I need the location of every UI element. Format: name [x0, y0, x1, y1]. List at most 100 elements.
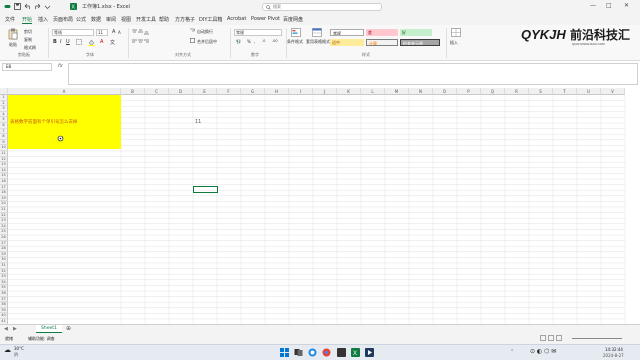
column-header-n[interactable]: N: [409, 88, 433, 95]
formula-input[interactable]: [68, 63, 638, 85]
align-top-icon[interactable]: [132, 29, 150, 37]
column-header-p[interactable]: P: [457, 88, 481, 95]
format-painter-button[interactable]: 格式刷: [24, 45, 36, 51]
phonetic-icon[interactable]: 文: [110, 39, 115, 46]
undo-icon[interactable]: [24, 3, 31, 10]
menu-file[interactable]: 文件: [5, 16, 15, 23]
view-buttons[interactable]: [540, 335, 564, 342]
cut-button[interactable]: 剪切: [24, 29, 32, 35]
copy-button[interactable]: 复制: [24, 37, 32, 43]
app-icon[interactable]: [337, 348, 346, 359]
weather-icon[interactable]: ☁: [4, 346, 11, 354]
cell-d1-value[interactable]: 11: [195, 119, 201, 125]
increase-font-icon[interactable]: A: [112, 29, 115, 35]
worksheet-grid[interactable]: ABCDEFGHIJKLMNOPQRSTUV 1 2 3 4 5 6 7 8 9 10 11 12 13…: [0, 88, 640, 324]
column-header-b[interactable]: B: [121, 88, 145, 95]
search-input[interactable]: 搜索: [262, 3, 382, 11]
style-normal[interactable]: 常规: [330, 29, 364, 36]
wrap-text-button[interactable]: 自动换行: [197, 29, 213, 35]
sheet-tab-sheet1[interactable]: Sheet1: [36, 325, 62, 333]
column-header-h[interactable]: H: [265, 88, 289, 95]
menu-page-layout[interactable]: 页面布局: [53, 16, 73, 23]
column-header-k[interactable]: K: [337, 88, 361, 95]
style-good[interactable]: 好: [400, 29, 432, 36]
align-left-icon[interactable]: [132, 39, 150, 47]
column-header-q[interactable]: Q: [481, 88, 505, 95]
number-format-select[interactable]: 常规: [234, 29, 282, 36]
menu-acrobat[interactable]: Acrobat: [227, 16, 246, 22]
decrease-decimal-icon[interactable]: .00: [272, 39, 278, 43]
column-header-a[interactable]: A: [8, 88, 121, 95]
bold-button[interactable]: B: [53, 39, 57, 45]
menu-developer[interactable]: 开发工具: [136, 16, 156, 23]
column-header-e[interactable]: E: [193, 88, 217, 95]
insert-cells-button[interactable]: 插入: [450, 40, 458, 46]
start-icon[interactable]: [280, 348, 289, 359]
tray-expand-icon[interactable]: ⌃: [510, 349, 514, 355]
column-header-s[interactable]: S: [529, 88, 553, 95]
selected-cell[interactable]: [193, 186, 218, 193]
column-header-t[interactable]: T: [553, 88, 577, 95]
column-header-r[interactable]: R: [505, 88, 529, 95]
column-header-j[interactable]: J: [313, 88, 337, 95]
insert-function-icon[interactable]: fx: [58, 63, 63, 69]
minimize-button[interactable]: —: [590, 2, 596, 9]
customize-toolbar-icon[interactable]: [44, 3, 51, 10]
column-header-f[interactable]: F: [217, 88, 241, 95]
border-icon[interactable]: [76, 39, 82, 47]
menu-baidu-netdisk[interactable]: 百度网盘: [283, 16, 303, 23]
menu-diy-toolbox[interactable]: DIY工具箱: [199, 16, 222, 23]
excel-taskbar-icon[interactable]: X: [351, 348, 360, 359]
font-color-icon[interactable]: A: [100, 39, 103, 45]
menu-power-pivot[interactable]: Power Pivot: [251, 16, 280, 22]
table-format-button[interactable]: 套用表格格式: [306, 39, 330, 45]
column-header-g[interactable]: G: [241, 88, 265, 95]
scroll-left-icon[interactable]: ◀: [4, 326, 8, 332]
column-header-m[interactable]: M: [385, 88, 409, 95]
save-icon[interactable]: [14, 3, 21, 10]
menu-view[interactable]: 视图: [121, 16, 131, 23]
task-view-icon[interactable]: [294, 348, 303, 359]
currency-icon[interactable]: 💱: [236, 39, 241, 44]
font-name-select[interactable]: 等线: [52, 29, 94, 36]
column-header-v[interactable]: V: [601, 88, 625, 95]
maximize-button[interactable]: □: [606, 2, 612, 9]
fill-color-icon[interactable]: [88, 39, 95, 48]
style-calculation[interactable]: 计算: [366, 39, 398, 46]
menu-data[interactable]: 数据: [91, 16, 101, 23]
conditional-format-button[interactable]: 条件格式: [287, 39, 303, 45]
cell-a1[interactable]: 表格数字前面有个单引号怎么去掉: [8, 95, 121, 149]
percent-icon[interactable]: %: [247, 39, 251, 44]
italic-button[interactable]: I: [60, 39, 61, 45]
accessibility-status[interactable]: 辅助功能: 调查: [28, 336, 55, 342]
merge-center-button[interactable]: 合并后居中: [197, 39, 217, 45]
column-header-o[interactable]: O: [433, 88, 457, 95]
column-header-i[interactable]: I: [289, 88, 313, 95]
paste-icon[interactable]: [8, 28, 18, 42]
browser-icon[interactable]: [308, 348, 317, 359]
column-header-l[interactable]: L: [361, 88, 385, 95]
style-neutral[interactable]: 适中: [330, 39, 364, 46]
redo-icon[interactable]: [34, 3, 41, 10]
autosave-icon[interactable]: [4, 3, 11, 10]
column-header-u[interactable]: U: [577, 88, 601, 95]
tray-icons[interactable]: ⊙ ◐ ⬡ ✉: [530, 348, 556, 355]
paste-button[interactable]: 粘贴: [9, 42, 17, 48]
zoom-slider[interactable]: [572, 338, 622, 339]
menu-fangfange[interactable]: 方方格子: [175, 16, 195, 23]
menu-insert[interactable]: 插入: [38, 16, 48, 23]
media-app-icon[interactable]: [365, 348, 374, 359]
name-box[interactable]: E8: [2, 63, 52, 71]
menu-formulas[interactable]: 公式: [76, 16, 86, 23]
column-header-d[interactable]: D: [169, 88, 193, 95]
menu-home[interactable]: 开始: [22, 16, 33, 24]
add-sheet-button[interactable]: ⊕: [66, 325, 71, 332]
chrome-icon[interactable]: [322, 348, 331, 359]
style-bad[interactable]: 差: [366, 29, 398, 36]
comma-style-icon[interactable]: ,: [254, 39, 255, 44]
column-header-c[interactable]: C: [145, 88, 169, 95]
scroll-right-icon[interactable]: ▶: [13, 326, 17, 332]
close-button[interactable]: ✕: [624, 2, 629, 9]
decrease-font-icon[interactable]: A: [118, 30, 121, 35]
increase-decimal-icon[interactable]: .0: [262, 39, 265, 43]
